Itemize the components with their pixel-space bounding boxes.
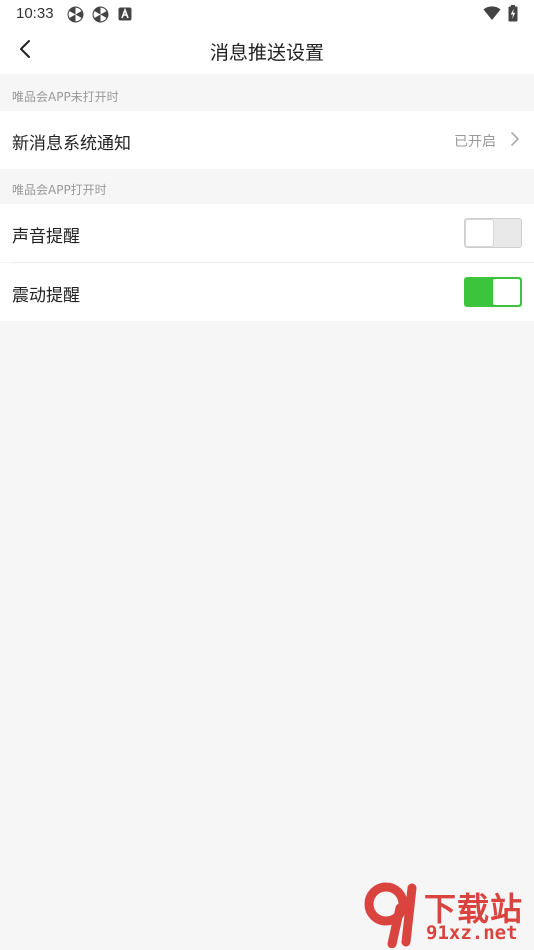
sound-reminder-toggle[interactable] (464, 218, 522, 248)
page-title: 消息推送设置 (209, 42, 324, 64)
screen: 10:33 消息推送设置 唯品会APP未打开时 新消息系统通知 已开启 唯品会A… (0, 0, 534, 950)
notification-status-value: 已开启 (454, 134, 496, 150)
section-header-label: 唯品会APP未打开时 (12, 90, 119, 104)
watermark-url-text: 91xz.net (426, 922, 518, 944)
section-header-label: 唯品会APP打开时 (12, 183, 107, 197)
row-label: 声音提醒 (12, 227, 80, 247)
row-vibration-reminder: 震动提醒 (0, 263, 534, 321)
status-time: 10:33 (16, 5, 54, 22)
section-header-app-closed: 唯品会APP未打开时 (0, 76, 534, 112)
row-new-message-notification[interactable]: 新消息系统通知 已开启 (0, 111, 534, 169)
pinwheel-icon (67, 6, 84, 23)
nav-bar: 消息推送设置 (0, 28, 534, 74)
pinwheel-icon (92, 6, 109, 23)
vibration-reminder-toggle[interactable] (464, 277, 522, 307)
wifi-icon (483, 5, 501, 25)
toggle-knob (466, 220, 493, 246)
row-label: 震动提醒 (12, 286, 80, 306)
toggle-knob (493, 279, 520, 305)
row-label: 新消息系统通知 (12, 134, 131, 154)
site-watermark: 下载站 91xz.net (362, 882, 532, 948)
battery-charging-icon (508, 5, 518, 26)
status-bar: 10:33 (0, 0, 534, 28)
chevron-right-icon (510, 131, 520, 151)
section-header-app-open: 唯品会APP打开时 (0, 169, 534, 205)
a-badge-icon (118, 6, 134, 22)
row-sound-reminder: 声音提醒 (0, 204, 534, 262)
